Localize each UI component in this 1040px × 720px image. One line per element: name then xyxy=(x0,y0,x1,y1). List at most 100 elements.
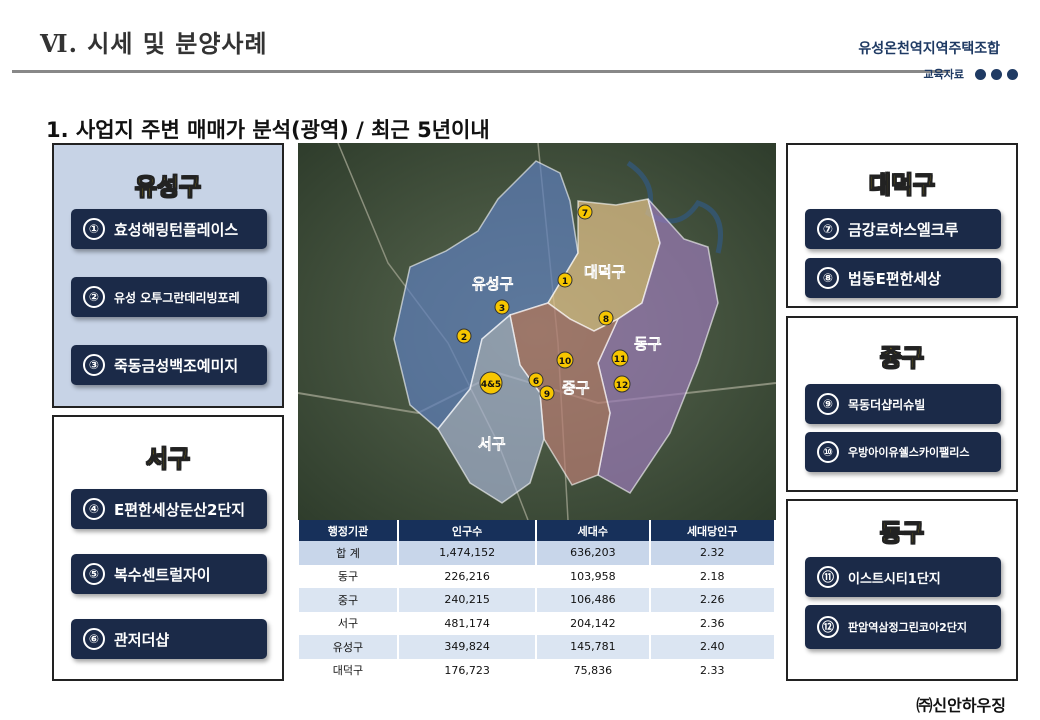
map-marker-1-label: 1 xyxy=(562,277,568,287)
table-cell: 대덕구 xyxy=(299,658,399,682)
complex-label: 우방아이유쉘스카이팰리스 xyxy=(848,446,970,459)
map-marker-2: 2 xyxy=(456,328,472,344)
complex-label: 복수센트럴자이 xyxy=(114,565,211,584)
district-map: 유성구 대덕구 동구 중구 서구 1 2 3 4&5 6 7 8 9 10 11… xyxy=(298,143,776,520)
dot-icon xyxy=(991,69,1002,80)
header-divider xyxy=(12,70,950,73)
complex-label: 유성 오투그란데리빙포레 xyxy=(114,290,240,305)
table-cell: 유성구 xyxy=(299,635,399,659)
table-cell: 103,958 xyxy=(536,564,651,588)
complex-label: 법동E편한세상 xyxy=(848,269,942,288)
map-marker-10-label: 10 xyxy=(559,357,572,367)
complex-label: 금강로하스엘크루 xyxy=(848,220,959,239)
table-row: 서구 481,174 204,142 2.36 xyxy=(299,611,776,635)
number-7-icon: ⑦ xyxy=(817,218,839,240)
map-marker-12-label: 12 xyxy=(616,381,629,391)
complex-item-4[interactable]: ④ E편한세상둔산2단지 xyxy=(71,489,267,529)
map-label-seo: 서구 xyxy=(478,435,506,453)
table-cell: 636,203 xyxy=(536,541,651,565)
number-9-icon: ⑨ xyxy=(817,393,839,415)
table-cell: 서구 xyxy=(299,611,399,635)
complex-item-12[interactable]: ⑫ 판암역삼정그린코아2단지 xyxy=(805,605,1001,649)
complex-label: 목동더샵리슈빌 xyxy=(848,397,926,412)
complex-label: 죽동금성백조예미지 xyxy=(114,356,239,375)
complex-label: E편한세상둔산2단지 xyxy=(114,500,246,519)
table-cell: 176,723 xyxy=(397,658,538,682)
complex-item-11[interactable]: ⑪ 이스트시티1단지 xyxy=(805,557,1001,597)
map-marker-11-label: 11 xyxy=(614,355,627,365)
map-marker-6: 6 xyxy=(528,372,544,388)
company-name: ㈜신안하우징 xyxy=(916,696,1006,715)
edu-label: 교육자료 xyxy=(923,68,964,81)
number-3-icon: ③ xyxy=(83,354,105,376)
number-8-icon: ⑧ xyxy=(817,267,839,289)
table-row: 유성구 349,824 145,781 2.40 xyxy=(299,635,776,659)
table-header-cell: 세대수 xyxy=(536,520,651,541)
table-cell: 349,824 xyxy=(397,635,538,659)
map-svg: 유성구 대덕구 동구 중구 서구 1 2 3 4&5 6 7 8 9 10 11… xyxy=(298,143,776,520)
map-label-dong: 동구 xyxy=(634,335,662,353)
number-4-icon: ④ xyxy=(83,498,105,520)
map-marker-6-label: 6 xyxy=(533,377,539,387)
map-label-daedeok: 대덕구 xyxy=(584,263,626,281)
section-title: Ⅵ. 시세 및 분양사례 xyxy=(40,29,268,58)
complex-item-6[interactable]: ⑥ 관저더샵 xyxy=(71,619,267,659)
number-2-icon: ② xyxy=(83,286,105,308)
map-marker-2-label: 2 xyxy=(461,333,467,343)
complex-item-8[interactable]: ⑧ 법동E편한세상 xyxy=(805,258,1001,298)
table-cell: 145,781 xyxy=(536,635,651,659)
table-cell: 75,836 xyxy=(536,658,651,682)
number-12-icon: ⑫ xyxy=(817,616,839,638)
dot-icon xyxy=(975,69,986,80)
table-row: 대덕구 176,723 75,836 2.33 xyxy=(299,658,776,682)
panel-jung: 중구 ⑨ 목동더샵리슈빌 ⑩ 우방아이유쉘스카이팰리스 xyxy=(786,316,1018,492)
table-row: 중구 240,215 106,486 2.26 xyxy=(299,588,776,612)
table-header-cell: 행정기관 xyxy=(299,520,399,541)
complex-label: 효성해링턴플레이스 xyxy=(114,220,239,239)
map-label-yuseong: 유성구 xyxy=(472,275,514,293)
complex-item-3[interactable]: ③ 죽동금성백조예미지 xyxy=(71,345,267,385)
map-marker-4-5-label: 4&5 xyxy=(481,380,501,390)
complex-label: 판암역삼정그린코아2단지 xyxy=(848,621,967,634)
complex-label: 관저더샵 xyxy=(114,630,170,649)
table-cell: 2.32 xyxy=(649,541,776,565)
table-cell: 중구 xyxy=(299,588,399,612)
header-dots xyxy=(975,69,1018,80)
map-marker-7-label: 7 xyxy=(582,209,588,219)
table-row: 합 계 1,474,152 636,203 2.32 xyxy=(299,541,776,565)
complex-item-9[interactable]: ⑨ 목동더샵리슈빌 xyxy=(805,384,1001,424)
complex-item-10[interactable]: ⑩ 우방아이유쉘스카이팰리스 xyxy=(805,432,1001,472)
table-cell: 226,216 xyxy=(397,564,538,588)
page-subtitle: 1. 사업지 주변 매매가 분석(광역) / 최근 5년이내 xyxy=(46,118,490,142)
number-11-icon: ⑪ xyxy=(817,566,839,588)
table-header-cell: 세대당인구 xyxy=(649,520,776,541)
org-name: 유성온천역지역주택조합 xyxy=(858,41,1000,57)
complex-label: 이스트시티1단지 xyxy=(848,571,941,587)
map-marker-7: 7 xyxy=(577,204,593,220)
district-title-yuseong: 유성구 xyxy=(134,173,202,202)
map-marker-8-label: 8 xyxy=(603,315,609,325)
table-cell: 481,174 xyxy=(397,611,538,635)
table-cell: 2.40 xyxy=(649,635,776,659)
panel-dong: 동구 ⑪ 이스트시티1단지 ⑫ 판암역삼정그린코아2단지 xyxy=(786,499,1018,681)
table-cell: 240,215 xyxy=(397,588,538,612)
map-marker-10: 10 xyxy=(556,351,574,369)
map-marker-9: 9 xyxy=(539,385,555,401)
table-cell: 2.18 xyxy=(649,564,776,588)
number-5-icon: ⑤ xyxy=(83,563,105,585)
complex-item-7[interactable]: ⑦ 금강로하스엘크루 xyxy=(805,209,1001,249)
complex-item-2[interactable]: ② 유성 오투그란데리빙포레 xyxy=(71,277,267,317)
panel-daedeok: 대덕구 ⑦ 금강로하스엘크루 ⑧ 법동E편한세상 xyxy=(786,143,1018,308)
map-marker-3: 3 xyxy=(494,299,510,315)
table-cell: 2.36 xyxy=(649,611,776,635)
panel-yuseong: 유성구 ① 효성해링턴플레이스 ② 유성 오투그란데리빙포레 ③ 죽동금성백조예미지 xyxy=(52,143,284,408)
table-cell: 106,486 xyxy=(536,588,651,612)
panel-seo: 서구 ④ E편한세상둔산2단지 ⑤ 복수센트럴자이 ⑥ 관저더샵 xyxy=(52,415,284,681)
table-header-cell: 인구수 xyxy=(397,520,538,541)
complex-item-5[interactable]: ⑤ 복수센트럴자이 xyxy=(71,554,267,594)
district-title-daedeok: 대덕구 xyxy=(868,171,936,200)
complex-item-1[interactable]: ① 효성해링턴플레이스 xyxy=(71,209,267,249)
map-marker-1: 1 xyxy=(557,272,573,288)
table-cell: 2.33 xyxy=(649,658,776,682)
table-cell: 합 계 xyxy=(299,541,399,565)
